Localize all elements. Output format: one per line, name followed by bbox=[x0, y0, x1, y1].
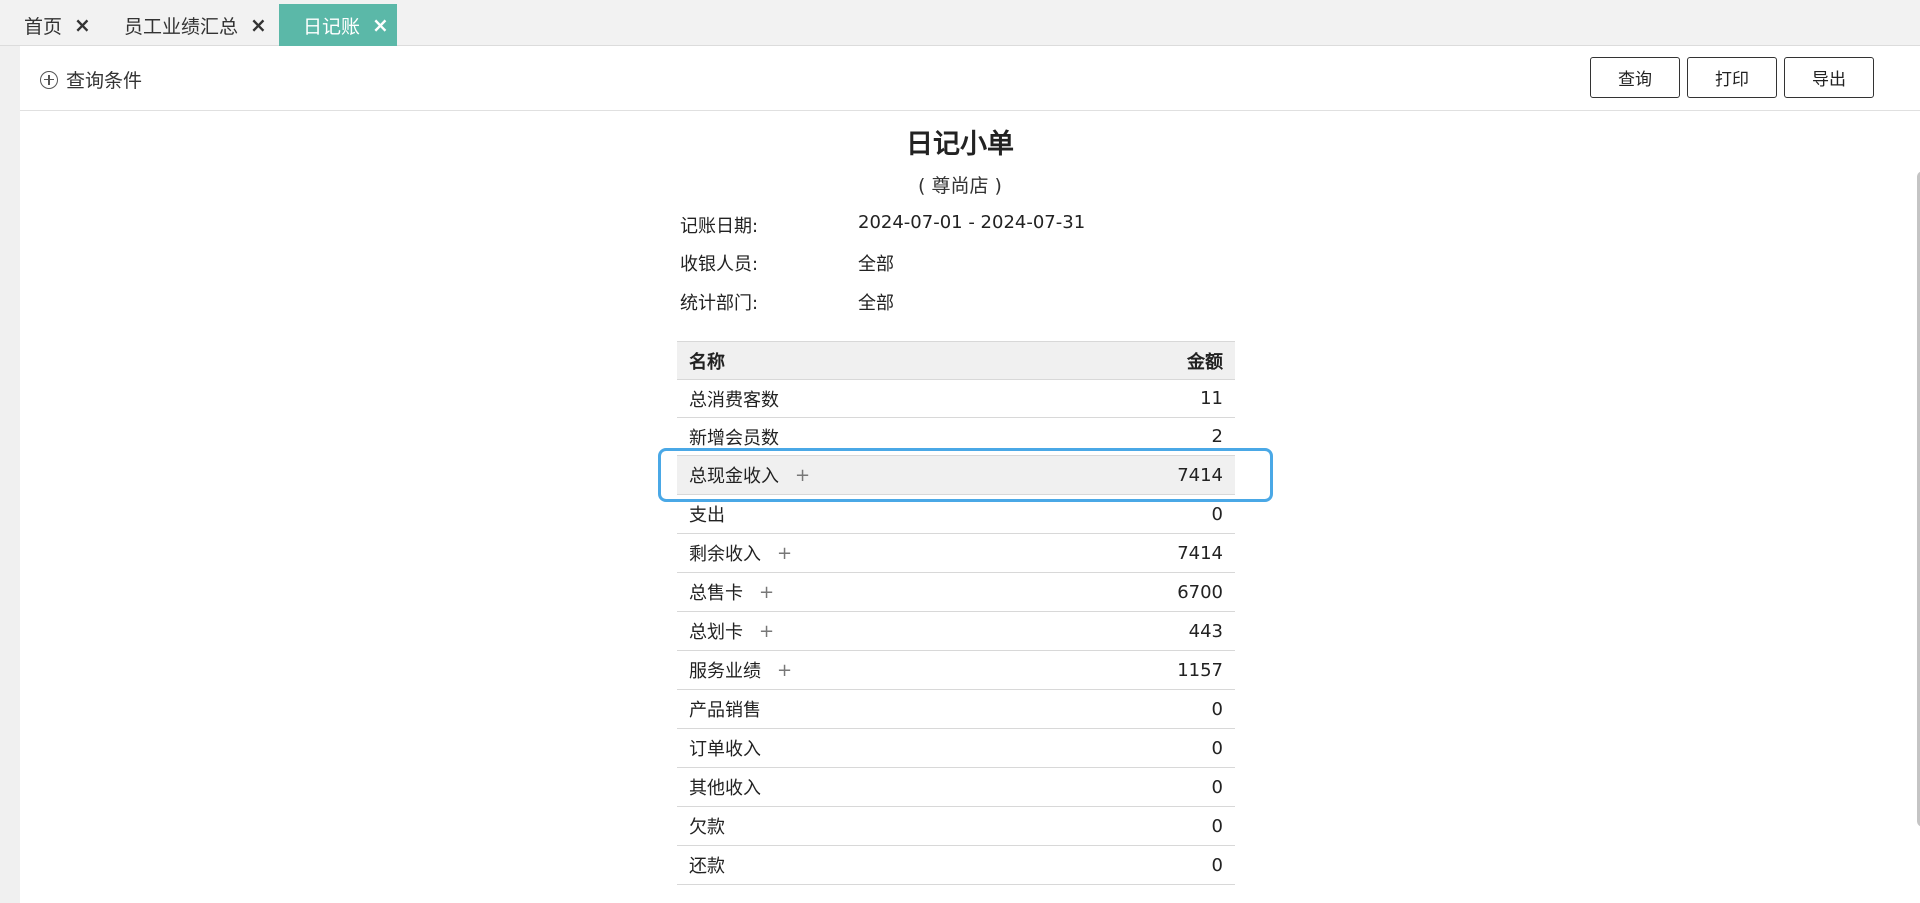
tab-label: 首页 bbox=[24, 15, 63, 38]
expand-icon[interactable]: + bbox=[759, 582, 774, 603]
print-button[interactable]: 打印 bbox=[1687, 57, 1777, 98]
row-amount: 0 bbox=[1211, 698, 1223, 720]
table-row[interactable]: 剩余收入 +7414 bbox=[677, 534, 1235, 573]
row-name-text: 欠款 bbox=[689, 817, 725, 838]
table-row[interactable]: 总划卡 +443 bbox=[677, 612, 1235, 651]
store-name: ( 尊尚店 ) bbox=[918, 175, 1002, 197]
close-icon[interactable]: × bbox=[250, 15, 267, 35]
row-name-text: 总划卡 bbox=[689, 622, 743, 643]
query-conditions-toggle[interactable]: 查询条件 bbox=[40, 66, 142, 93]
row-name: 总划卡 + bbox=[689, 618, 1189, 644]
row-name-text: 服务业绩 bbox=[689, 661, 761, 682]
table-header: 名称 金额 bbox=[677, 342, 1235, 380]
close-icon[interactable]: × bbox=[372, 15, 389, 35]
table-row: 欠款 0 bbox=[677, 807, 1235, 846]
row-amount: 0 bbox=[1211, 503, 1223, 525]
row-name-text: 支出 bbox=[689, 505, 725, 526]
row-name: 总售卡 + bbox=[689, 579, 1177, 605]
row-name-text: 产品销售 bbox=[689, 700, 761, 721]
row-name-text: 其他收入 bbox=[689, 778, 761, 799]
row-name-text: 还款 bbox=[689, 856, 725, 877]
date-label: 记账日期: bbox=[680, 216, 759, 237]
dept-value: 全部 bbox=[858, 293, 894, 314]
table-row: 订单收入 0 bbox=[677, 729, 1235, 768]
table-row[interactable]: 总售卡 +6700 bbox=[677, 573, 1235, 612]
table-row: 总消费客数 11 bbox=[677, 380, 1235, 418]
dept-label: 统计部门: bbox=[680, 293, 759, 314]
row-amount: 0 bbox=[1211, 854, 1223, 876]
row-amount: 0 bbox=[1211, 815, 1223, 837]
tab-label: 员工业绩汇总 bbox=[124, 15, 239, 38]
row-name: 订单收入 bbox=[689, 735, 1212, 761]
row-name-text: 总售卡 bbox=[689, 583, 743, 604]
close-icon[interactable]: × bbox=[74, 15, 91, 35]
row-amount: 7414 bbox=[1177, 542, 1223, 564]
tab-employee-performance[interactable]: 员工业绩汇总 × bbox=[100, 4, 280, 46]
query-button[interactable]: 查询 bbox=[1590, 57, 1680, 98]
table-row: 其他收入 0 bbox=[677, 768, 1235, 807]
tab-bar: 首页 × 员工业绩汇总 × 日记账 × bbox=[0, 0, 1920, 46]
row-amount: 1157 bbox=[1177, 659, 1223, 681]
query-conditions-label: 查询条件 bbox=[66, 70, 143, 92]
plus-circle-icon bbox=[40, 70, 58, 89]
cashier-label: 收银人员: bbox=[680, 254, 759, 275]
row-name: 欠款 bbox=[689, 813, 1212, 839]
table-row: 还款 0 bbox=[677, 846, 1235, 885]
table-row[interactable]: 服务业绩 +1157 bbox=[677, 651, 1235, 690]
row-name: 产品销售 bbox=[689, 696, 1212, 722]
row-name: 支出 bbox=[689, 501, 1212, 527]
row-name: 剩余收入 + bbox=[689, 540, 1177, 566]
row-name: 总消费客数 bbox=[689, 386, 1200, 412]
row-name-text: 订单收入 bbox=[689, 739, 761, 760]
row-name: 新增会员数 bbox=[689, 424, 1212, 450]
highlight-box bbox=[658, 448, 1273, 502]
expand-icon[interactable]: + bbox=[777, 660, 792, 681]
row-amount: 0 bbox=[1211, 737, 1223, 759]
row-name-text: 新增会员数 bbox=[689, 427, 779, 449]
row-name-text: 剩余收入 bbox=[689, 544, 761, 565]
row-name: 其他收入 bbox=[689, 774, 1212, 800]
column-header-amount: 金额 bbox=[1187, 351, 1223, 373]
expand-icon[interactable]: + bbox=[759, 621, 774, 642]
row-amount: 0 bbox=[1211, 776, 1223, 798]
report-title: 日记小单 bbox=[906, 129, 1014, 160]
tab-label: 日记账 bbox=[303, 15, 361, 38]
row-amount: 2 bbox=[1211, 426, 1223, 447]
tab-home[interactable]: 首页 × bbox=[0, 4, 105, 46]
row-name: 还款 bbox=[689, 852, 1212, 878]
export-button[interactable]: 导出 bbox=[1784, 57, 1874, 98]
date-value: 2024-07-01 - 2024-07-31 bbox=[858, 212, 1086, 233]
cashier-value: 全部 bbox=[858, 254, 894, 275]
column-header-name: 名称 bbox=[689, 351, 725, 373]
expand-icon[interactable]: + bbox=[777, 543, 792, 564]
row-amount: 443 bbox=[1188, 620, 1223, 642]
row-name-text: 总消费客数 bbox=[689, 389, 779, 411]
toolbar: 查询条件 查询 打印 导出 bbox=[20, 46, 1920, 111]
report-table: 名称 金额 总消费客数 11 新增会员数 2 总现金收入 +7414 支出 0 剩余收入 +741… bbox=[677, 341, 1235, 885]
row-name: 服务业绩 + bbox=[689, 657, 1177, 683]
tab-journal[interactable]: 日记账 × bbox=[279, 4, 397, 46]
row-amount: 6700 bbox=[1177, 581, 1223, 603]
table-row: 产品销售 0 bbox=[677, 690, 1235, 729]
row-amount: 11 bbox=[1200, 388, 1223, 409]
